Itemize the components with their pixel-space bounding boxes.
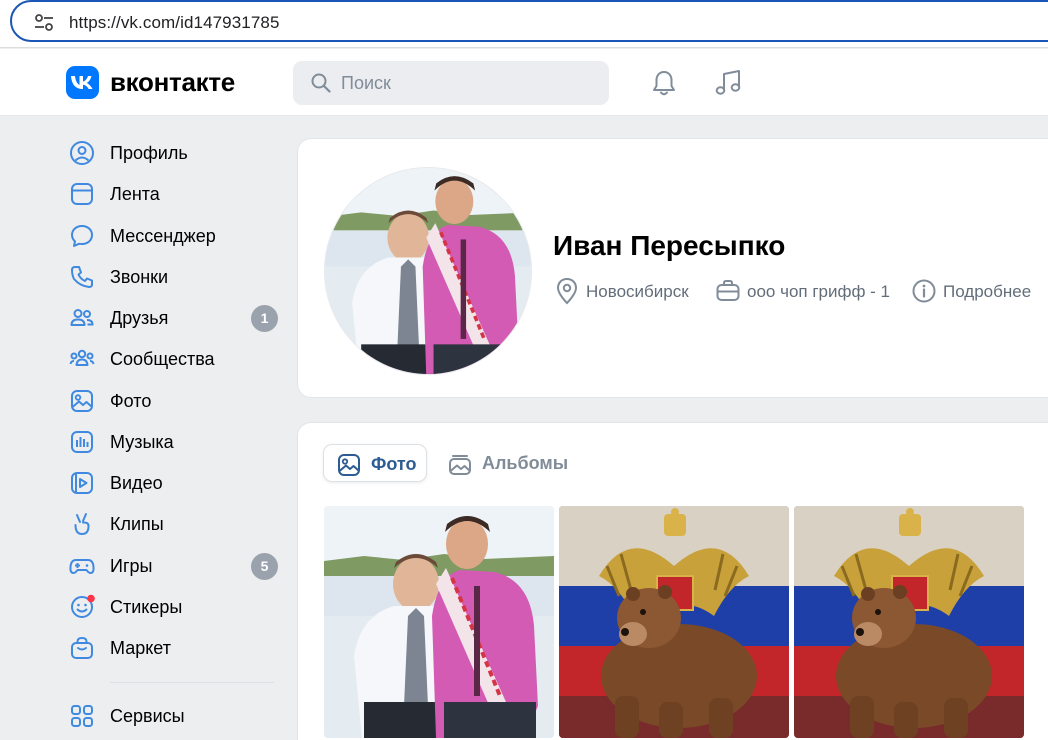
- sidebar-item-messenger[interactable]: Мессенджер: [66, 217, 281, 253]
- sidebar-item-profile[interactable]: Профиль: [66, 134, 281, 170]
- sidebar-item-label: Звонки: [110, 267, 169, 287]
- profile-work-text: ооо чоп грифф - 1: [747, 282, 891, 301]
- video-icon: [71, 472, 93, 494]
- sidebar-item-label: Друзья: [110, 308, 169, 328]
- profile-city-text: Новосибирск: [586, 282, 689, 301]
- friends-count-badge: 1: [251, 305, 278, 332]
- sidebar-item-feed[interactable]: Лента: [66, 175, 281, 211]
- sidebar-item-label: Лента: [110, 184, 160, 204]
- location-pin-icon: [556, 277, 578, 305]
- url-text[interactable]: https://vk.com/id147931785: [69, 13, 280, 33]
- sidebar-item-label: Клипы: [110, 514, 164, 534]
- tab-albums-label: Альбомы: [482, 453, 569, 473]
- feed-icon: [71, 183, 93, 205]
- sidebar-item-video[interactable]: Видео: [66, 464, 281, 500]
- games-count-badge: 5: [251, 553, 278, 580]
- friends-icon: [70, 309, 94, 326]
- sidebar-item-calls[interactable]: Звонки: [66, 258, 281, 294]
- sidebar-item-clips[interactable]: Клипы: [66, 505, 281, 541]
- search-input[interactable]: [341, 71, 591, 95]
- sidebar-item-label: Фото: [110, 391, 152, 411]
- albums-icon: [449, 455, 471, 475]
- profile-more-button[interactable]: Подробнее: [911, 277, 1048, 305]
- briefcase-icon: [716, 280, 740, 301]
- sidebar-item-label: Видео: [110, 473, 163, 493]
- services-icon: [71, 705, 93, 727]
- profile-icon: [70, 141, 94, 165]
- market-icon: [71, 636, 93, 659]
- site-settings-icon[interactable]: [34, 14, 54, 32]
- phone-icon: [71, 266, 93, 288]
- profile-card: Иван Пересыпко Новосибирск ооо чоп грифф…: [297, 138, 1048, 398]
- sidebar-item-games[interactable]: Игры 5: [66, 547, 281, 583]
- sidebar-item-label: Стикеры: [110, 597, 183, 617]
- profile-work[interactable]: ооо чоп грифф - 1: [715, 277, 900, 305]
- vk-header: вконтакте: [0, 49, 1048, 116]
- profile-avatar[interactable]: [324, 167, 532, 375]
- profile-city[interactable]: Новосибирск: [554, 277, 704, 305]
- vk-logo-icon[interactable]: [66, 66, 99, 99]
- sidebar-item-photo[interactable]: Фото: [66, 382, 281, 418]
- sidebar-item-label: Профиль: [110, 143, 188, 163]
- profile-more-text: Подробнее: [943, 282, 1032, 301]
- sidebar-item-label: Игры: [110, 556, 153, 576]
- sidebar-item-label: Мессенджер: [110, 226, 216, 246]
- music-icon: [71, 431, 93, 453]
- sidebar-item-market[interactable]: Маркет: [66, 629, 281, 665]
- sidebar-item-label: Музыка: [110, 432, 174, 452]
- sidebar-item-label: Сообщества: [110, 349, 215, 369]
- tab-albums[interactable]: Альбомы: [435, 444, 575, 482]
- sidebar-item-communities[interactable]: Сообщества: [66, 340, 281, 376]
- search-icon: [311, 73, 331, 93]
- notifications-bell-icon[interactable]: [649, 68, 679, 98]
- games-icon: [69, 559, 95, 574]
- music-note-icon[interactable]: [713, 68, 743, 98]
- tab-photos[interactable]: Фото: [323, 444, 427, 482]
- browser-address-bar: https://vk.com/id147931785: [0, 0, 1048, 48]
- photo-thumb-1[interactable]: [324, 506, 554, 738]
- sidebar-item-music[interactable]: Музыка: [66, 423, 281, 459]
- messenger-icon: [71, 225, 93, 247]
- stickers-icon: [71, 594, 95, 618]
- sidebar-item-label: Сервисы: [110, 706, 185, 726]
- communities-icon: [69, 349, 95, 366]
- photos-card: Фото Альбомы: [297, 422, 1048, 740]
- sidebar-divider: [110, 682, 274, 683]
- info-icon: [912, 279, 936, 303]
- clips-icon: [74, 513, 90, 536]
- photo-thumb-2[interactable]: [559, 506, 789, 738]
- sidebar-item-label: Маркет: [110, 638, 171, 658]
- photo-tab-icon: [338, 454, 360, 476]
- sidebar-item-stickers[interactable]: Стикеры: [66, 588, 281, 624]
- photo-icon: [71, 390, 93, 412]
- brand-name[interactable]: вконтакте: [110, 67, 235, 98]
- url-field[interactable]: https://vk.com/id147931785: [10, 0, 1048, 42]
- search-box[interactable]: [293, 61, 609, 105]
- profile-name: Иван Пересыпко: [553, 230, 786, 261]
- photo-thumb-3[interactable]: [794, 506, 1024, 738]
- sidebar-item-friends[interactable]: Друзья 1: [66, 299, 281, 335]
- tab-photos-label: Фото: [371, 454, 417, 474]
- sidebar-item-services[interactable]: Сервисы: [66, 697, 281, 733]
